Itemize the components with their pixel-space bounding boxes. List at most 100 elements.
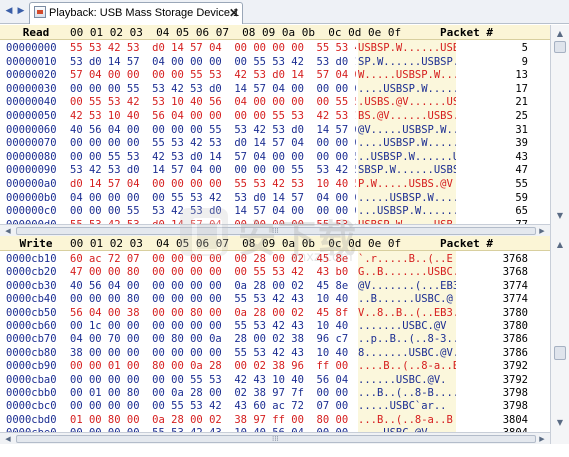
hex-row[interactable]: 0000cb80 38 00 00 00 00 00 00 00 55 53 42…	[0, 346, 550, 360]
packet-number: 25	[515, 110, 528, 122]
ascii-text: ..p..B..(..8-3..	[358, 333, 456, 347]
hex-row[interactable]: 0000cb20 47 00 00 80 00 00 00 00 00 55 53…	[0, 266, 550, 280]
hex-row[interactable]: 00000060 40 56 04 00 00 00 00 55 53 42 53…	[0, 123, 550, 137]
packet-number: 3792	[502, 373, 528, 386]
ascii-text: @V.....USBSP.W..	[358, 123, 456, 137]
hex-address: 0000cb10	[6, 253, 57, 265]
hex-row[interactable]: 00000000 55 53 42 53 d0 14 57 04 00 00 00…	[0, 42, 550, 55]
hex-address: 000000c0	[6, 205, 57, 218]
hex-bytes: 00 55 53 42 53 10 40 56 04 00 00 00 00 5…	[70, 96, 356, 109]
write-packet-header: Packet #	[440, 237, 493, 250]
hex-bytes: d0 14 57 04 00 00 00 00 55 53 42 53 10 4…	[70, 178, 356, 190]
hex-bytes: 40 56 04 00 00 00 00 55 53 42 53 d0 14 5…	[70, 123, 356, 136]
packet-number: 9	[521, 55, 528, 68]
hex-address: 00000080	[6, 150, 57, 163]
grip-icon: ⁞⁞⁞	[272, 227, 279, 235]
write-horizontal-scrollbar[interactable]: ◀ ⁞⁞⁞ ▶	[0, 432, 550, 444]
read-scroll-up-icon[interactable]: ▲	[553, 27, 567, 41]
read-horizontal-scrollbar[interactable]: ◀ ⁞⁞⁞ ▶	[0, 224, 550, 236]
hex-address: 0000cb70	[6, 333, 57, 346]
hex-row[interactable]: 0000cb90 00 00 01 00 80 00 0a 28 00 02 38…	[0, 360, 550, 374]
hex-address: 0000cb40	[6, 293, 57, 306]
read-vertical-scrollbar[interactable]: ▲ ▼	[550, 25, 569, 237]
ascii-text: .......USBC.@V	[358, 320, 456, 333]
write-scroll-right-icon[interactable]: ▶	[536, 433, 548, 445]
hex-row[interactable]: 0000cb40 00 00 00 80 00 00 00 00 55 53 42…	[0, 293, 550, 307]
packet-number: 59	[515, 191, 528, 204]
hex-address: 0000cbd0	[6, 413, 57, 426]
hex-address: 000000a0	[6, 178, 57, 190]
hex-row[interactable]: 00000070 00 00 00 00 55 53 42 53 d0 14 57…	[0, 137, 550, 151]
hex-row[interactable]: 00000080 00 00 55 53 42 53 d0 14 57 04 00…	[0, 150, 550, 164]
hex-row[interactable]: 0000cbb0 00 01 00 80 00 0a 28 00 02 38 97…	[0, 387, 550, 400]
hex-bytes: 01 00 80 00 0a 28 00 02 38 97 ff 00 80 0…	[70, 413, 349, 426]
read-data-panel[interactable]: Read 00 01 02 03 04 05 06 07 08 09 0a 0b…	[0, 25, 550, 237]
hex-bytes: 00 00 00 00 55 53 42 53 d0 14 57 04 00 0…	[70, 137, 356, 150]
hex-row[interactable]: 0000cb10 60 ac 72 07 00 00 00 00 00 28 00…	[0, 253, 550, 266]
hex-row[interactable]: 00000030 00 00 00 55 53 42 53 d0 14 57 04…	[0, 82, 550, 96]
ascii-text: ....USBSP.W.....	[358, 82, 456, 96]
hex-row[interactable]: 0000cbd0 01 00 80 00 0a 28 00 02 38 97 ff…	[0, 413, 550, 427]
hex-bytes: 42 53 10 40 56 04 00 00 00 00 55 53 42 5…	[70, 110, 356, 122]
read-scroll-thumb[interactable]	[554, 41, 566, 53]
hex-bytes: 00 00 55 53 42 53 d0 14 57 04 00 00 00 0…	[70, 150, 356, 163]
packet-number: 39	[515, 137, 528, 150]
packet-number: 3774	[502, 279, 528, 292]
hex-bytes: 53 d0 14 57 04 00 00 00 00 55 53 42 53 d…	[70, 55, 356, 68]
hex-bytes: 55 53 42 53 d0 14 57 04 00 00 00 00 55 5…	[70, 42, 356, 54]
ascii-text: SBSP.W......USBS	[358, 164, 456, 178]
close-tab-icon[interactable]: ✕	[229, 3, 239, 23]
write-data-panel[interactable]: Write 00 01 02 03 04 05 06 07 08 09 0a 0…	[0, 236, 550, 444]
hex-row[interactable]: 00000020 57 04 00 00 00 00 55 53 42 53 d0…	[0, 69, 550, 83]
packet-number: 3768	[502, 266, 528, 279]
ascii-text: ..USBSP.W......U	[358, 150, 456, 164]
tab-playback-raw-data[interactable]: Playback: USB Mass Storage Device 1 - Ra…	[29, 2, 243, 24]
hex-row[interactable]: 0000cb30 40 56 04 00 00 00 00 00 0a 28 00…	[0, 279, 550, 293]
hex-address: 00000070	[6, 137, 57, 150]
hex-bytes: 04 00 70 00 00 80 00 0a 28 00 02 38 96 c…	[70, 333, 349, 346]
ascii-text: SP.W......USBSP.	[358, 55, 456, 69]
packet-number: 21	[515, 96, 528, 109]
hex-row[interactable]: 0000cba0 00 00 00 00 00 00 55 53 42 43 10…	[0, 373, 550, 387]
write-scroll-up-icon[interactable]: ▲	[553, 238, 567, 252]
hex-address: 000000b0	[6, 191, 57, 204]
hex-bytes: 00 00 00 00 00 55 53 42 43 60 ac 72 07 0…	[70, 400, 349, 413]
packet-number: 65	[515, 205, 528, 218]
packet-number: 3804	[502, 413, 528, 426]
hex-row[interactable]: 000000a0 d0 14 57 04 00 00 00 00 55 53 42…	[0, 178, 550, 191]
ascii-text: ...USBSP.W......	[358, 205, 456, 219]
hex-row[interactable]: 00000040 00 55 53 42 53 10 40 56 04 00 00…	[0, 96, 550, 110]
tab-scroll-right-icon[interactable]: ▶	[15, 5, 27, 17]
ascii-text: USBSP.W......USB	[358, 42, 456, 55]
write-byte-offsets-header: 00 01 02 03 04 05 06 07 08 09 0a 0b 0c 0…	[70, 237, 402, 250]
hex-row[interactable]: 00000090 53 42 53 d0 14 57 04 00 00 00 00…	[0, 164, 550, 178]
write-hscroll-thumb[interactable]: ⁞⁞⁞	[16, 435, 536, 443]
read-scroll-down-icon[interactable]: ▼	[553, 209, 567, 223]
hex-row[interactable]: 0000cb70 04 00 70 00 00 80 00 0a 28 00 02…	[0, 333, 550, 347]
hex-row[interactable]: 00000050 42 53 10 40 56 04 00 00 00 00 55…	[0, 110, 550, 123]
write-vertical-scrollbar[interactable]: ▲ ▼	[550, 236, 569, 444]
hex-bytes: 00 00 00 55 53 42 53 d0 14 57 04 00 00 0…	[70, 205, 356, 218]
hex-row[interactable]: 0000cb60 00 1c 00 00 00 00 00 00 55 53 42…	[0, 320, 550, 333]
write-scroll-left-icon[interactable]: ◀	[2, 433, 14, 445]
hex-bytes: 00 00 01 00 80 00 0a 28 00 02 38 96 ff 0…	[70, 360, 349, 373]
hex-address: 0000cbb0	[6, 387, 57, 399]
hex-row[interactable]: 000000b0 04 00 00 00 00 55 53 42 53 d0 14…	[0, 191, 550, 205]
packet-number: 3774	[502, 293, 528, 306]
hex-address: 0000cbc0	[6, 400, 57, 413]
write-scroll-thumb[interactable]	[554, 346, 566, 360]
hex-row[interactable]: 0000cbc0 00 00 00 00 00 55 53 42 43 60 ac…	[0, 400, 550, 414]
hex-bytes: 00 00 00 80 00 00 00 00 55 53 42 43 10 4…	[70, 293, 349, 306]
packet-number: 3786	[502, 346, 528, 359]
hex-row[interactable]: 00000010 53 d0 14 57 04 00 00 00 00 55 53…	[0, 55, 550, 69]
ascii-text: ...B..(..8-B....	[358, 387, 456, 400]
hex-row[interactable]: 0000cb50 56 04 00 38 00 00 80 00 0a 28 00…	[0, 306, 550, 320]
ascii-text: @V.......(...EB3	[358, 279, 456, 293]
hex-row[interactable]: 000000c0 00 00 00 55 53 42 53 d0 14 57 04…	[0, 205, 550, 219]
read-hscroll-thumb[interactable]: ⁞⁞⁞	[16, 227, 536, 235]
tab-scroll-left-icon[interactable]: ◀	[3, 5, 15, 17]
hex-bytes: 00 1c 00 00 00 00 00 00 55 53 42 43 10 4…	[70, 320, 349, 332]
packet-number: 3780	[502, 306, 528, 319]
write-address-header: Write	[19, 237, 53, 250]
write-scroll-down-icon[interactable]: ▼	[553, 416, 567, 430]
